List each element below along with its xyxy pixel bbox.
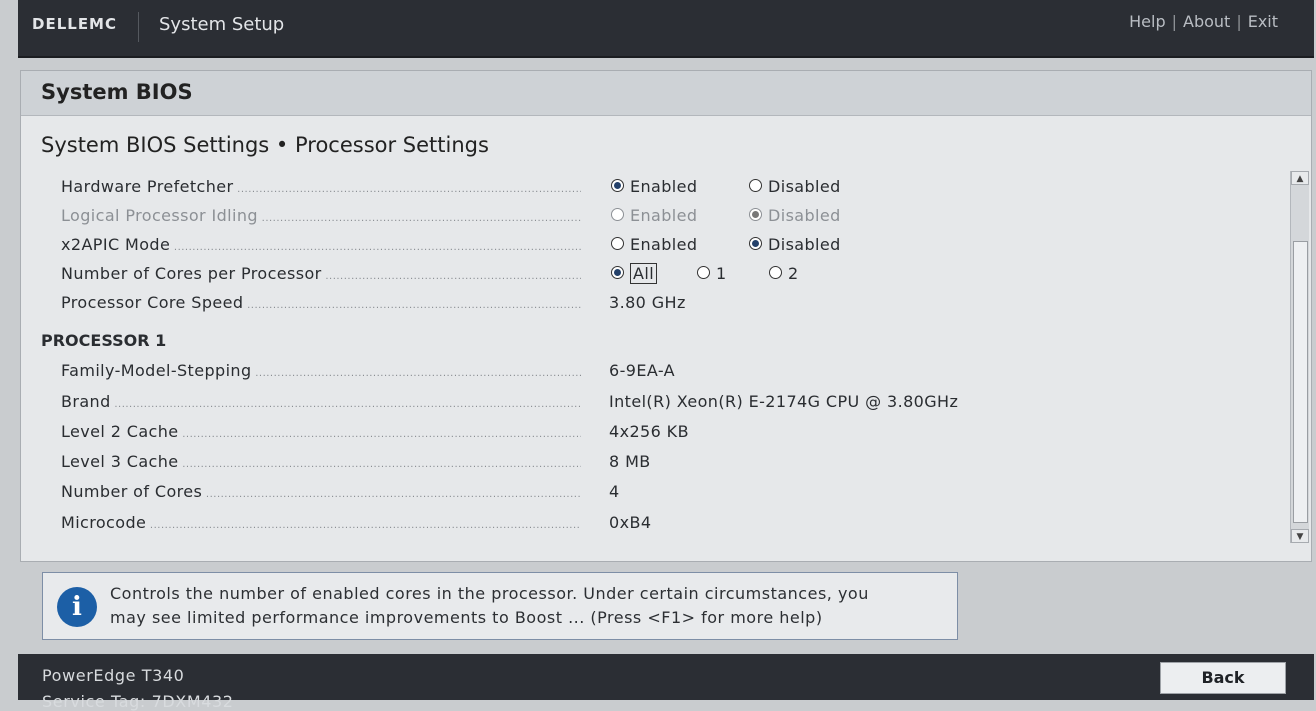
info-family-model-stepping: Family-Model-Stepping 6-9EA-A xyxy=(61,359,1281,383)
radio-empty-icon xyxy=(697,266,710,279)
app-title: System Setup xyxy=(159,14,285,35)
help-box: i Controls the number of enabled cores i… xyxy=(42,572,958,640)
radio-idling-enabled: Enabled xyxy=(611,206,697,225)
scrollbar-thumb[interactable] xyxy=(1293,241,1308,523)
info-label: Microcode xyxy=(61,513,581,532)
setting-label: Processor Core Speed xyxy=(61,293,581,312)
help-text: Controls the number of enabled cores in … xyxy=(110,582,940,630)
radio-x2apic-disabled[interactable]: Disabled xyxy=(749,235,841,254)
setting-core-speed: Processor Core Speed 3.80 GHz xyxy=(61,291,1281,315)
info-label: Number of Cores xyxy=(61,482,581,501)
setting-logical-processor-idling: Logical Processor Idling Enabled Disable… xyxy=(61,204,1281,228)
info-label: Level 3 Cache xyxy=(61,452,581,471)
setting-cores-per-processor: Number of Cores per Processor All 1 2 xyxy=(61,262,1281,286)
setting-label: x2APIC Mode xyxy=(61,235,581,254)
radio-empty-icon xyxy=(611,208,624,221)
vertical-scrollbar[interactable]: ▲ ▼ xyxy=(1290,171,1309,543)
radio-hw-prefetcher-disabled[interactable]: Disabled xyxy=(749,177,841,196)
setting-hardware-prefetcher: Hardware Prefetcher Enabled Disabled xyxy=(61,175,1281,199)
bottom-bar: PowerEdge T340 Service Tag: 7DXM432 Back xyxy=(18,654,1314,711)
bios-panel: System BIOS System BIOS Settings • Proce… xyxy=(20,70,1312,562)
info-label: Family-Model-Stepping xyxy=(61,361,581,380)
radio-x2apic-enabled[interactable]: Enabled xyxy=(611,235,697,254)
radio-selected-icon xyxy=(611,179,624,192)
radio-selected-icon xyxy=(749,237,762,250)
exit-link[interactable]: Exit xyxy=(1248,12,1278,31)
setting-value: 3.80 GHz xyxy=(609,293,686,312)
dell-emc-logo: DELLEMC xyxy=(32,15,117,33)
about-link[interactable]: About xyxy=(1183,12,1230,31)
info-value: 8 MB xyxy=(609,452,651,471)
info-level-3-cache: Level 3 Cache 8 MB xyxy=(61,450,1281,474)
radio-empty-icon xyxy=(749,179,762,192)
info-value: 4x256 KB xyxy=(609,422,689,441)
panel-title-bar: System BIOS xyxy=(21,71,1311,116)
scroll-up-arrow-icon[interactable]: ▲ xyxy=(1291,171,1309,185)
link-separator: | xyxy=(1171,12,1177,31)
radio-label: Disabled xyxy=(768,177,841,196)
setting-x2apic-mode: x2APIC Mode Enabled Disabled xyxy=(61,233,1281,257)
info-number-of-cores: Number of Cores 4 xyxy=(61,480,1281,504)
radio-label: All xyxy=(630,263,658,284)
help-text-line: Controls the number of enabled cores in … xyxy=(110,584,869,603)
scroll-down-arrow-icon[interactable]: ▼ xyxy=(1291,529,1309,543)
service-tag: Service Tag: 7DXM432 xyxy=(42,692,234,711)
radio-empty-icon xyxy=(769,266,782,279)
radio-selected-icon xyxy=(749,208,762,221)
setting-label: Logical Processor Idling xyxy=(61,206,581,225)
radio-label: 2 xyxy=(788,264,799,283)
info-value: 4 xyxy=(609,482,620,501)
radio-cores-2[interactable]: 2 xyxy=(769,264,799,283)
breadcrumb: System BIOS Settings • Processor Setting… xyxy=(41,133,489,157)
radio-cores-all[interactable]: All xyxy=(611,263,658,284)
header-divider xyxy=(138,12,139,42)
info-label: Brand xyxy=(61,392,581,411)
radio-label: Enabled xyxy=(630,177,698,196)
info-brand: Brand Intel(R) Xeon(R) E-2174G CPU @ 3.8… xyxy=(61,390,1281,414)
panel-title: System BIOS xyxy=(41,80,193,104)
info-label: Level 2 Cache xyxy=(61,422,581,441)
radio-label: Disabled xyxy=(768,235,841,254)
radio-empty-icon xyxy=(611,237,624,250)
help-link[interactable]: Help xyxy=(1129,12,1165,31)
radio-label: Disabled xyxy=(768,206,841,225)
radio-label: Enabled xyxy=(630,235,698,254)
info-microcode: Microcode 0xB4 xyxy=(61,511,1281,535)
info-icon: i xyxy=(57,587,97,627)
radio-cores-1[interactable]: 1 xyxy=(697,264,727,283)
info-value: Intel(R) Xeon(R) E-2174G CPU @ 3.80GHz xyxy=(609,392,959,411)
link-separator: | xyxy=(1236,12,1242,31)
top-bar: DELLEMC System Setup Help | About | Exit xyxy=(18,0,1314,58)
section-heading-processor-1: PROCESSOR 1 xyxy=(41,331,167,350)
top-links: Help | About | Exit xyxy=(1129,12,1278,31)
setting-label: Hardware Prefetcher xyxy=(61,177,581,196)
info-level-2-cache: Level 2 Cache 4x256 KB xyxy=(61,420,1281,444)
radio-idling-disabled: Disabled xyxy=(749,206,841,225)
setting-label: Number of Cores per Processor xyxy=(61,264,581,283)
radio-hw-prefetcher-enabled[interactable]: Enabled xyxy=(611,177,697,196)
server-model: PowerEdge T340 xyxy=(42,666,185,685)
radio-label: Enabled xyxy=(630,206,698,225)
help-text-line: may see limited performance improvements… xyxy=(110,608,823,627)
back-button[interactable]: Back xyxy=(1160,662,1286,694)
info-value: 6-9EA-A xyxy=(609,361,676,380)
radio-selected-icon xyxy=(611,266,624,279)
info-value: 0xB4 xyxy=(609,513,652,532)
radio-label: 1 xyxy=(716,264,727,283)
